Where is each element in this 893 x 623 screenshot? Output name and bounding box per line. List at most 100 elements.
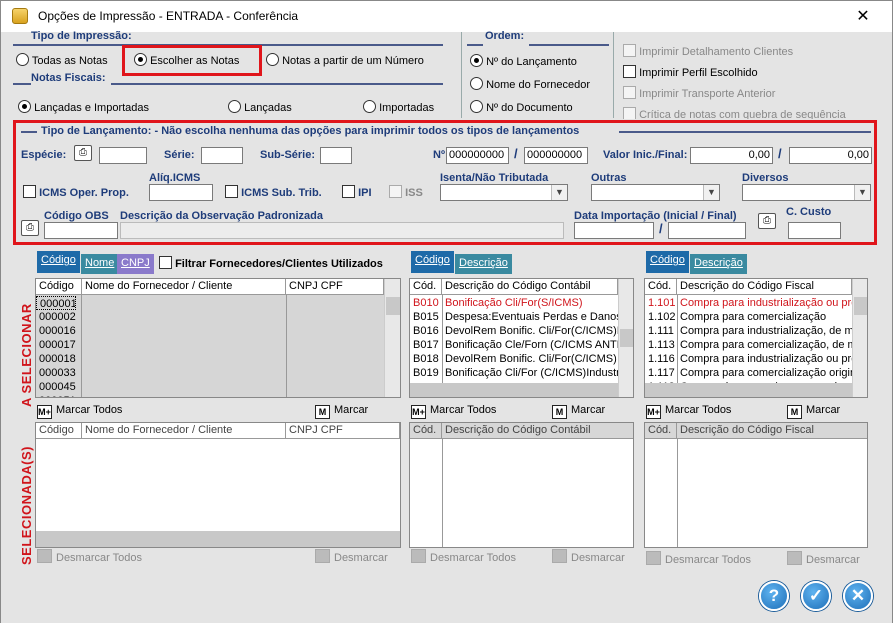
chk-icms-sub[interactable]: ICMS Sub. Trib. <box>225 185 322 199</box>
tab-fiscal-descricao[interactable]: Descrição <box>690 254 747 274</box>
radio-circle[interactable] <box>470 77 483 90</box>
fiscal-selecionados-grid[interactable]: Cód. Descrição do Código Fiscal <box>644 422 868 548</box>
marcar-todos-contabil-button[interactable]: M+ Marcar Todos <box>411 404 496 419</box>
tab-fiscal-codigo[interactable]: Código <box>646 251 689 273</box>
tab-contabil-codigo[interactable]: Código <box>411 251 454 273</box>
checkbox[interactable] <box>159 256 172 269</box>
desmarcar-contabil-button[interactable]: Desmarcar <box>552 549 625 564</box>
data-inicial-input[interactable] <box>574 222 654 239</box>
table-row[interactable]: 1.113 <box>645 338 675 352</box>
radio-lancadas-importadas[interactable]: Lançadas e Importadas <box>18 100 149 114</box>
table-row[interactable]: 000001 <box>36 296 76 310</box>
table-row[interactable]: Compra para comercialização, de me <box>677 338 852 352</box>
desmarcar-todos-fornecedores-button[interactable]: Desmarcar Todos <box>37 549 142 564</box>
numero-final-input[interactable]: 000000000 <box>524 147 588 164</box>
diversos-select[interactable]: ▼ <box>742 184 871 201</box>
scrollbar[interactable] <box>645 383 852 397</box>
outras-select[interactable]: ▼ <box>591 184 720 201</box>
radio-num-documento[interactable]: Nº do Documento <box>470 100 573 114</box>
scrollbar[interactable] <box>410 383 618 397</box>
checkbox[interactable] <box>623 44 636 57</box>
table-row[interactable]: 000017 <box>36 338 76 352</box>
printer-icon[interactable]: ⎙ <box>74 145 92 161</box>
marcar-fornecedor-button[interactable]: M Marcar <box>315 404 368 419</box>
chk-critica-sequencia[interactable]: Crítica de notas com quebra de sequência <box>623 107 873 119</box>
table-row[interactable]: 000051 <box>36 394 76 397</box>
checkbox[interactable] <box>23 185 36 198</box>
col-header[interactable]: Nome do Fornecedor / Cliente <box>82 279 286 295</box>
radio-todas-notas[interactable]: Todas as Notas <box>16 53 108 67</box>
tab-fornecedor-cnpj[interactable]: CNPJ <box>117 254 154 274</box>
radio-notas-a-partir[interactable]: Notas a partir de um Número <box>266 53 424 67</box>
checkbox[interactable] <box>623 107 636 119</box>
table-row[interactable]: 1.101 <box>645 296 676 310</box>
col-header[interactable]: Descrição do Código Contábil <box>442 279 618 295</box>
chk-transporte-anterior[interactable]: Imprimir Transporte Anterior <box>623 86 775 100</box>
data-final-input[interactable] <box>668 222 746 239</box>
custo-input[interactable] <box>788 222 841 239</box>
table-row[interactable]: B017 <box>410 338 439 352</box>
table-row[interactable]: 1.111 <box>645 324 674 338</box>
col-header[interactable]: Cód. <box>645 423 677 439</box>
confirm-button[interactable]: ✓ <box>801 581 831 611</box>
table-row[interactable]: 000045 <box>36 380 76 394</box>
table-row[interactable]: Bonificação Cli/For (C/ICMS)Industr <box>442 366 618 380</box>
table-row[interactable]: 000016 <box>36 324 76 338</box>
table-row[interactable]: Compra para comercialização <box>677 310 852 324</box>
scrollbar[interactable] <box>852 279 867 397</box>
scroll-thumb[interactable] <box>854 297 867 315</box>
col-header[interactable]: Cód. <box>645 279 677 295</box>
table-row[interactable]: 1.117 <box>645 366 675 380</box>
radio-lancadas[interactable]: Lançadas <box>228 100 292 114</box>
chk-icms-oper[interactable]: ICMS Oper. Prop. <box>23 185 129 199</box>
checkbox[interactable] <box>389 185 402 198</box>
chk-detalhamento-clientes[interactable]: Imprimir Detalhamento Clientes <box>623 44 793 58</box>
chevron-down-icon[interactable]: ▼ <box>854 185 870 200</box>
col-header[interactable]: CNPJ CPF <box>286 279 384 295</box>
printer-icon[interactable]: ⎙ <box>758 213 776 229</box>
radio-circle[interactable] <box>266 53 279 66</box>
close-button[interactable]: ✕ <box>849 3 877 31</box>
numero-inicial-input[interactable]: 000000000 <box>446 147 509 164</box>
desmarcar-fiscal-button[interactable]: Desmarcar <box>787 551 860 566</box>
chk-filtrar-fornecedores[interactable]: Filtrar Fornecedores/Clientes Utilizados <box>159 256 383 270</box>
valor-inicial-input[interactable]: 0,00 <box>690 147 773 164</box>
marcar-todos-fornecedores-button[interactable]: M+ Marcar Todos <box>37 404 122 419</box>
checkbox[interactable] <box>623 86 636 99</box>
table-row[interactable]: Bonificação Cle/Forn (C/ICMS ANTEC <box>442 338 618 352</box>
col-header[interactable]: Nome do Fornecedor / Cliente <box>82 423 286 439</box>
col-header[interactable]: Código <box>36 279 82 295</box>
chk-iss[interactable]: ISS <box>389 185 423 199</box>
aliq-icms-input[interactable] <box>149 184 213 201</box>
checkbox[interactable] <box>623 65 636 78</box>
table-row[interactable]: B016 <box>410 324 439 338</box>
contabil-grid[interactable]: Cód. Descrição do Código Contábil B010 B… <box>409 278 634 398</box>
contabil-selecionados-grid[interactable]: Cód. Descrição do Código Contábil <box>409 422 634 548</box>
fornecedores-selecionados-grid[interactable]: Código Nome do Fornecedor / Cliente CNPJ… <box>35 422 401 548</box>
radio-circle[interactable] <box>228 100 241 113</box>
col-header[interactable]: Cód. <box>410 279 442 295</box>
cancel-button[interactable]: ✕ <box>843 581 873 611</box>
printer-icon[interactable]: ⎙ <box>21 220 39 236</box>
codigo-obs-input[interactable] <box>44 222 118 239</box>
table-row[interactable]: Despesa:Eventuais Perdas e Danos <box>442 310 618 324</box>
table-row[interactable]: B015 <box>410 310 439 324</box>
marcar-fiscal-button[interactable]: M Marcar <box>787 404 840 419</box>
scroll-thumb[interactable] <box>620 329 633 347</box>
help-button[interactable]: ? <box>759 581 789 611</box>
radio-circle[interactable] <box>363 100 376 113</box>
table-row[interactable]: Compra para industrialização ou pro <box>677 352 852 366</box>
table-row[interactable]: 000033 <box>36 366 76 380</box>
chevron-down-icon[interactable]: ▼ <box>551 185 567 200</box>
checkbox[interactable] <box>225 185 238 198</box>
especie-input[interactable] <box>99 147 147 164</box>
radio-circle[interactable] <box>470 54 483 67</box>
col-header[interactable]: Descrição do Código Fiscal <box>677 279 852 295</box>
radio-circle[interactable] <box>470 100 483 113</box>
table-row[interactable]: DevolRem Bonific. Cli/For(C/ICMS) <box>442 352 618 366</box>
tab-contabil-descricao[interactable]: Descrição <box>455 254 512 274</box>
col-header[interactable]: Descrição do Código Fiscal <box>677 423 867 439</box>
table-row[interactable]: B010 <box>410 296 439 310</box>
table-row[interactable]: B018 <box>410 352 439 366</box>
table-row[interactable]: 1.102 <box>645 310 676 324</box>
